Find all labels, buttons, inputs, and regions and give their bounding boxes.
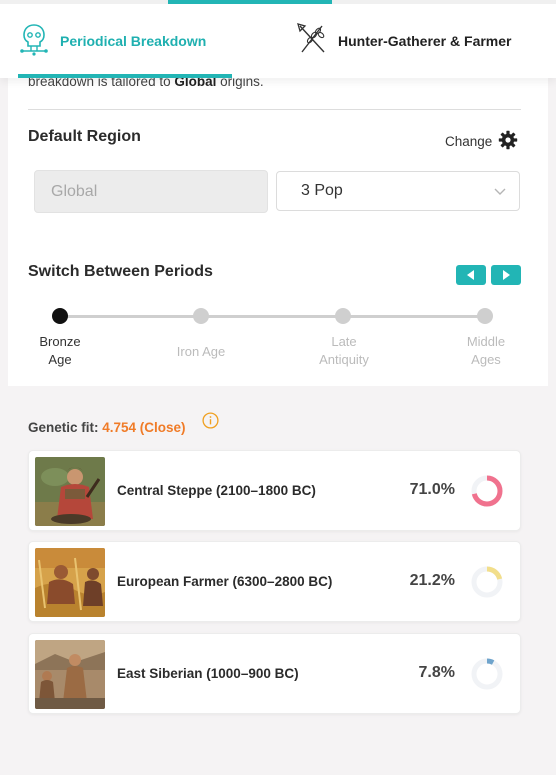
dna-head-icon [18, 22, 50, 61]
period-label-iron-age[interactable]: Iron Age [156, 343, 246, 361]
tab-bar: Periodical Breakdown Hunter-Gatherer & F… [0, 0, 556, 78]
period-label-late-antiquity[interactable]: Late Antiquity [299, 333, 389, 369]
percent-ring [471, 566, 503, 598]
population-percent: 21.2% [409, 572, 455, 589]
population-name: Central Steppe (2100–1800 BC) [117, 483, 316, 498]
period-timeline [60, 315, 486, 318]
period-label-bronze-age[interactable]: Bronze Age [15, 333, 105, 369]
tab-periodical-breakdown[interactable]: Periodical Breakdown [18, 4, 232, 78]
pop-count-select[interactable]: 3 Pop [276, 171, 520, 211]
period-dot-late-antiquity[interactable] [335, 308, 351, 324]
tab-label: Hunter-Gatherer & Farmer [338, 33, 512, 49]
tab-label: Periodical Breakdown [60, 33, 207, 49]
genetic-fit-value: 4.754 (Close) [102, 420, 186, 435]
population-percent: 7.8% [418, 664, 455, 681]
info-icon[interactable] [202, 412, 219, 429]
pop-count-value: 3 Pop [301, 182, 343, 199]
population-image [35, 640, 105, 709]
period-dot-iron-age[interactable] [193, 308, 209, 324]
population-image [35, 548, 105, 617]
population-name: European Farmer (6300–2800 BC) [117, 574, 333, 589]
periods-title: Switch Between Periods [28, 263, 213, 280]
population-percent: 71.0% [409, 481, 455, 498]
change-region-button[interactable]: Change [445, 130, 518, 153]
population-card[interactable]: European Farmer (6300–2800 BC) 21.2% [28, 541, 521, 622]
period-label-middle-ages[interactable]: Middle Ages [441, 333, 531, 369]
population-name: East Siberian (1000–900 BC) [117, 666, 299, 681]
population-card[interactable]: Central Steppe (2100–1800 BC) 71.0% [28, 450, 521, 531]
divider [28, 109, 521, 110]
default-region-title: Default Region [28, 128, 141, 145]
genetic-fit-label: Genetic fit: [28, 420, 103, 435]
period-dot-bronze-age[interactable] [52, 308, 68, 324]
population-card[interactable]: East Siberian (1000–900 BC) 7.8% [28, 633, 521, 714]
chevron-down-icon [493, 184, 507, 203]
change-label: Change [445, 134, 493, 149]
percent-ring [471, 475, 503, 507]
prev-period-button[interactable] [456, 265, 486, 285]
percent-ring [471, 658, 503, 690]
next-period-button[interactable] [491, 265, 521, 285]
spear-wheat-icon [296, 22, 328, 61]
region-input[interactable] [34, 170, 268, 213]
genetic-fit: Genetic fit: 4.754 (Close) [28, 420, 186, 435]
population-image [35, 457, 105, 526]
gear-icon [492, 130, 518, 153]
tab-hunter-gatherer-farmer[interactable]: Hunter-Gatherer & Farmer [296, 4, 536, 78]
active-tab-underline [18, 74, 232, 78]
period-dot-middle-ages[interactable] [477, 308, 493, 324]
